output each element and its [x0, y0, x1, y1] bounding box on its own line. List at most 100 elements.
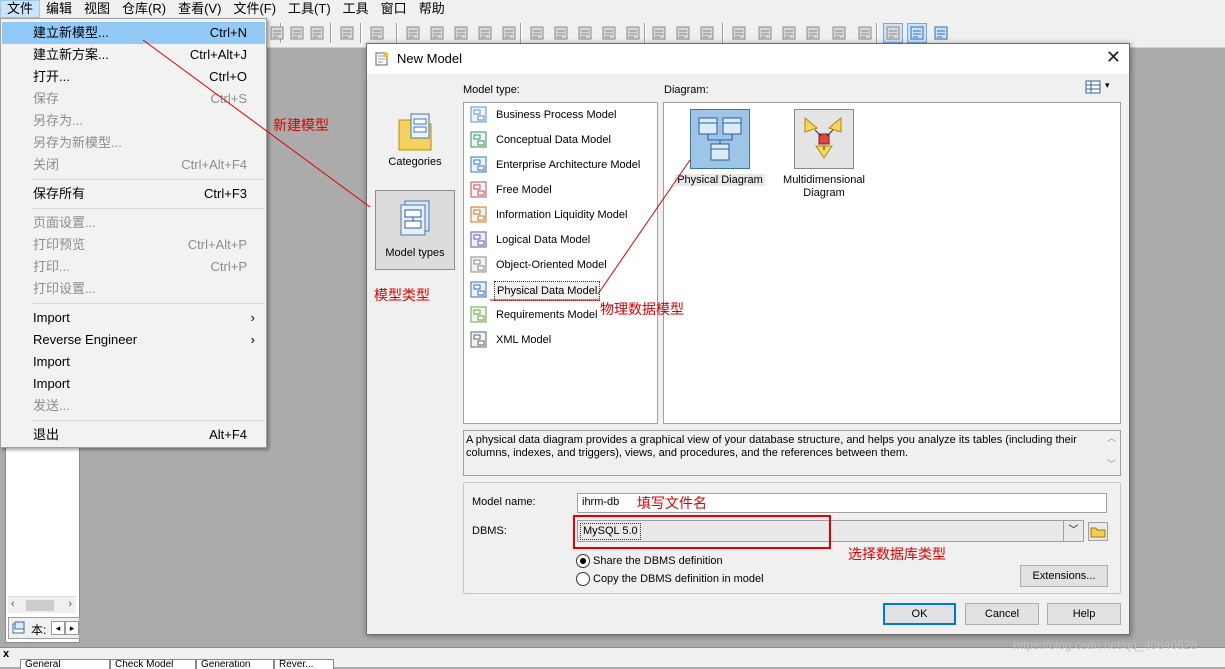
diagram-item-physical[interactable]: Physical Diagram [674, 109, 766, 187]
menu-item-label: 打印预览 [33, 237, 86, 252]
tab-scroll-right-icon[interactable]: ▸ [65, 621, 79, 635]
annotation-select-db-type: 选择数据库类型 [848, 546, 946, 562]
toolbar-button-icon[interactable] [674, 24, 692, 42]
model-type-heading: Model type: [463, 84, 520, 96]
toolbar-button-icon[interactable] [500, 24, 518, 42]
output-tab[interactable]: Generation [196, 659, 274, 669]
toolbar-button-icon[interactable] [600, 24, 618, 42]
ok-button[interactable]: OK [883, 603, 956, 625]
model-name-label: Model name: [472, 496, 536, 508]
scroll-up-icon[interactable]: ︿ [1107, 432, 1116, 445]
toolbar-button-icon[interactable] [428, 24, 446, 42]
toolbar-button-icon[interactable] [907, 23, 927, 43]
model-type-list[interactable]: Business Process Model Conceptual Data Mo… [463, 102, 658, 424]
dialog-titlebar: New Model ✕ [367, 44, 1129, 74]
menubar-item[interactable]: 文件(F) [227, 0, 282, 18]
menubar-item[interactable]: 窗口 [375, 0, 413, 18]
model-type-label: Free Model [496, 184, 552, 196]
toolbar-button-icon[interactable] [830, 24, 848, 42]
scroll-left-icon[interactable]: ‹ [11, 598, 15, 610]
categories-button[interactable]: Categories [375, 104, 455, 184]
menu-item-shortcut: Ctrl+N [209, 25, 247, 40]
file-menu-item[interactable]: Import [2, 373, 265, 395]
file-menu-item[interactable]: 保存所有 Ctrl+F3 [2, 183, 265, 205]
toolbar-button-icon[interactable] [932, 24, 950, 42]
help-button[interactable]: Help [1047, 603, 1121, 625]
menu-item-label: 关闭 [33, 157, 60, 172]
menubar-item[interactable]: 仓库(R) [116, 0, 172, 18]
toolbar-button-icon[interactable] [404, 24, 422, 42]
menubar-item[interactable]: 编辑 [40, 0, 78, 18]
description-text: A physical data diagram provides a graph… [466, 434, 1077, 459]
dbms-browse-button[interactable] [1088, 522, 1108, 541]
file-menu-item[interactable]: 打开... Ctrl+O [2, 66, 265, 88]
toolbar-button-icon[interactable] [476, 24, 494, 42]
menu-item-label: 另存为... [33, 113, 83, 128]
close-icon[interactable]: ✕ [1106, 47, 1121, 68]
categories-label: Categories [388, 156, 442, 168]
toolbar-button-icon[interactable] [452, 24, 470, 42]
share-dbms-radio[interactable] [576, 554, 590, 568]
toolbar-button-icon[interactable] [576, 24, 594, 42]
browser-horizontal-scrollbar[interactable]: ‹ › [8, 596, 76, 613]
file-menu-item: 打印预览 Ctrl+Alt+P [2, 234, 265, 256]
toolbar-button-icon[interactable] [780, 24, 798, 42]
toolbar-button-icon[interactable] [528, 24, 546, 42]
file-menu-item[interactable]: Import [2, 351, 265, 373]
toolbar-button-icon[interactable] [624, 24, 642, 42]
toolbar-button-icon[interactable] [804, 24, 822, 42]
dbms-select[interactable]: MySQL 5.0 ﹀ [577, 520, 1084, 542]
menu-item-label: 保存所有 [33, 186, 86, 201]
view-mode-button[interactable]: ▾ [1085, 80, 1115, 96]
toolbar-button-icon[interactable] [730, 24, 748, 42]
menubar-item[interactable]: 工具 [337, 0, 375, 18]
file-menu-item: 另存为新模型... [2, 132, 265, 154]
dialog-title: New Model [397, 51, 463, 66]
view-mode-dropdown-icon[interactable]: ▾ [1105, 80, 1110, 91]
description-scrollbar[interactable]: ︿ ﹀ [1104, 432, 1119, 474]
chevron-down-icon[interactable]: ﹀ [1063, 521, 1083, 541]
menubar-item[interactable]: 查看(V) [172, 0, 227, 18]
browser-tab[interactable]: 本: ◂ ▸ [8, 617, 80, 639]
toolbar-button-icon[interactable] [338, 24, 356, 42]
file-menu-item[interactable]: Import › [2, 307, 265, 329]
output-close-icon[interactable]: x [3, 648, 9, 660]
toolbar-button-icon[interactable] [756, 24, 774, 42]
toolbar-button-icon[interactable] [288, 24, 306, 42]
menubar-item[interactable]: 工具(T) [282, 0, 337, 18]
cancel-button[interactable]: Cancel [965, 603, 1039, 625]
extensions-button[interactable]: Extensions... [1020, 565, 1108, 587]
file-menu-item[interactable]: 建立新方案... Ctrl+Alt+J [2, 44, 265, 66]
toolbar-button-icon[interactable] [552, 24, 570, 42]
scroll-right-icon[interactable]: › [68, 598, 72, 610]
output-tab[interactable]: Check Model [110, 659, 196, 669]
file-menu-item[interactable]: 建立新模型... Ctrl+N [2, 22, 265, 44]
menubar-item[interactable]: 视图 [78, 0, 116, 18]
menu-item-shortcut: Ctrl+Alt+F4 [181, 157, 247, 172]
file-menu-item[interactable]: Reverse Engineer › [2, 329, 265, 351]
toolbar-button-icon[interactable] [650, 24, 668, 42]
menubar-item[interactable]: 文件 [0, 0, 41, 18]
diagram-item-multidimensional[interactable]: Multidimensional Diagram [778, 109, 870, 200]
annotation-model-types: 模型类型 [374, 287, 430, 303]
diagram-list[interactable]: Physical Diagram Multidimensional Diagra… [663, 102, 1121, 424]
menu-item-shortcut: Ctrl+P [210, 259, 247, 274]
output-tab[interactable]: Rever... [274, 659, 334, 669]
toolbar-button-icon[interactable] [883, 23, 903, 43]
toolbar-button-icon[interactable] [368, 24, 386, 42]
description-box: A physical data diagram provides a graph… [463, 430, 1121, 476]
toolbar-button-icon[interactable] [698, 24, 716, 42]
toolbar-button-icon[interactable] [856, 24, 874, 42]
toolbar-button-icon[interactable] [308, 24, 326, 42]
copy-dbms-radio[interactable] [576, 572, 590, 586]
toolbar-separator [360, 23, 362, 43]
toolbar-button-icon[interactable] [268, 24, 286, 42]
output-tab[interactable]: General [20, 659, 110, 669]
model-types-button[interactable]: Model types [375, 190, 455, 270]
model-type-label: Logical Data Model [496, 234, 591, 246]
scrollbar-thumb[interactable] [26, 600, 54, 611]
scroll-down-icon[interactable]: ﹀ [1107, 458, 1116, 471]
tab-scroll-left-icon[interactable]: ◂ [51, 621, 65, 635]
file-menu-item[interactable]: 退出 Alt+F4 [2, 424, 265, 446]
menubar-item[interactable]: 帮助 [413, 0, 451, 18]
